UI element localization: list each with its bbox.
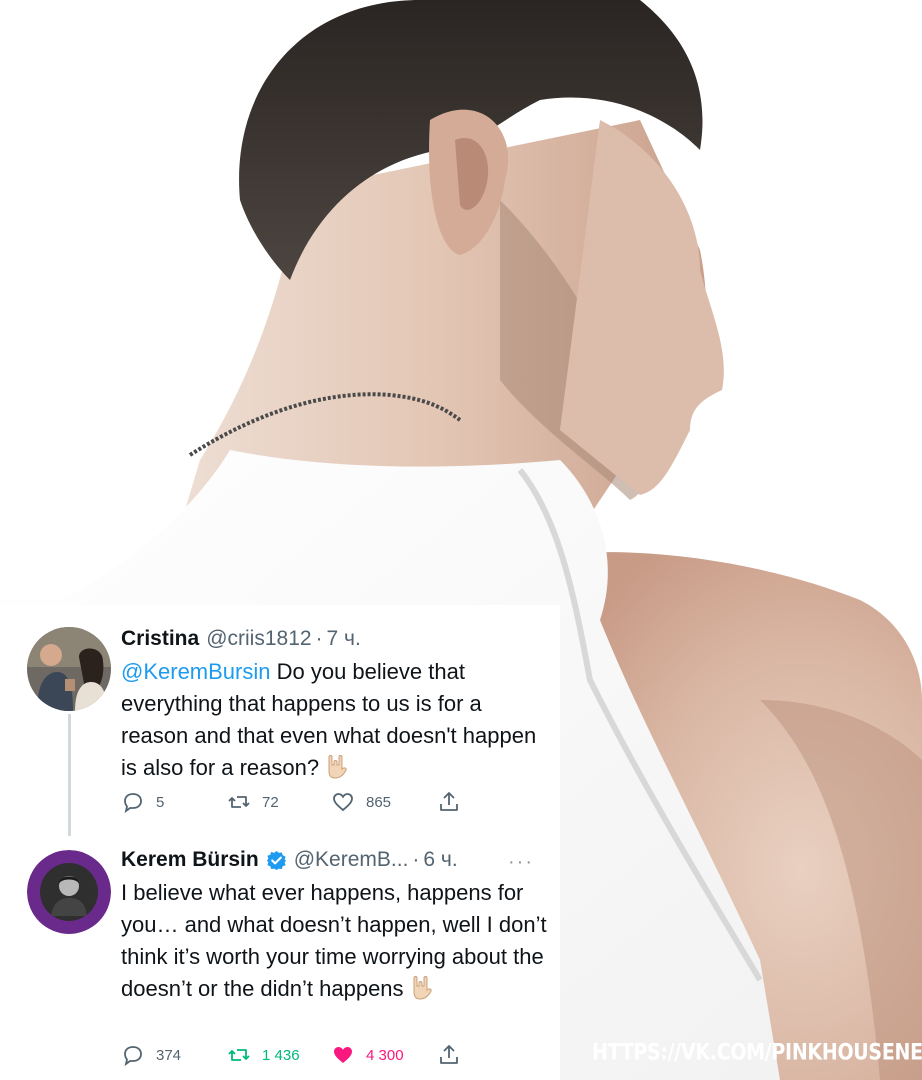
tweet-body: I believe what ever happens, happens for… [121,880,547,1001]
share-button[interactable] [437,790,472,814]
separator: · [315,627,323,650]
reply-icon [124,1046,142,1067]
rock-on-hand-icon [408,974,434,1000]
retweet-count: 1 436 [262,1046,300,1064]
more-options-icon[interactable]: ··· [508,851,534,874]
share-icon [440,792,458,811]
rock-on-hand-icon [323,753,349,779]
display-name[interactable]: Kerem Bürsin [121,848,259,872]
like-button[interactable]: 4 300 [331,1043,404,1067]
user-handle[interactable]: @criis1812 [206,627,311,651]
tweet-actions: 5 72 865 [121,790,541,816]
retweet-count: 72 [262,793,279,811]
user-handle[interactable]: @KeremB... [294,848,409,872]
heart-icon [334,1047,352,1063]
tweet-header: Kerem Bürsin @KeremB... · 6 ч. [121,845,458,875]
reply-count: 374 [156,1046,182,1064]
reply-button[interactable]: 374 [121,1043,181,1067]
like-count: 4 300 [366,1046,404,1064]
tweet-actions: 374 1 436 4 300 [121,1043,541,1069]
tweet-header: Cristina @criis1812 · 7 ч. [121,624,361,654]
retweet-icon [228,1049,250,1061]
reply-icon [124,793,142,814]
tweet-thread-panel: Cristina @criis1812 · 7 ч. @KeremBursin … [0,605,560,1080]
like-button[interactable]: 865 [331,790,391,814]
retweet-button[interactable]: 72 [227,790,279,814]
display-name[interactable]: Cristina [121,627,199,651]
like-count: 865 [366,793,392,811]
retweet-icon [228,796,250,808]
reply-button[interactable]: 5 [121,790,164,814]
heart-icon [333,793,353,812]
retweet-button[interactable]: 1 436 [227,1043,300,1067]
avatar-kerem-bursin[interactable] [27,850,111,934]
thread-connector-line [68,714,71,836]
reply-count: 5 [156,793,165,811]
share-button[interactable] [437,1043,472,1067]
avatar-cristina[interactable] [27,627,111,711]
tweet-text: @KeremBursin Do you believe that everyth… [121,656,551,784]
share-icon [440,1045,458,1064]
mention-link[interactable]: @KeremBursin [121,659,271,684]
verified-badge-icon [266,850,287,871]
watermark: HTTPS://VK.COM/PINKHOUSENEWS [592,1040,922,1066]
separator: · [412,848,420,871]
tweet-time[interactable]: 6 ч. [423,848,457,872]
tweet-time[interactable]: 7 ч. [327,627,361,651]
tweet-text: I believe what ever happens, happens for… [121,877,551,1005]
